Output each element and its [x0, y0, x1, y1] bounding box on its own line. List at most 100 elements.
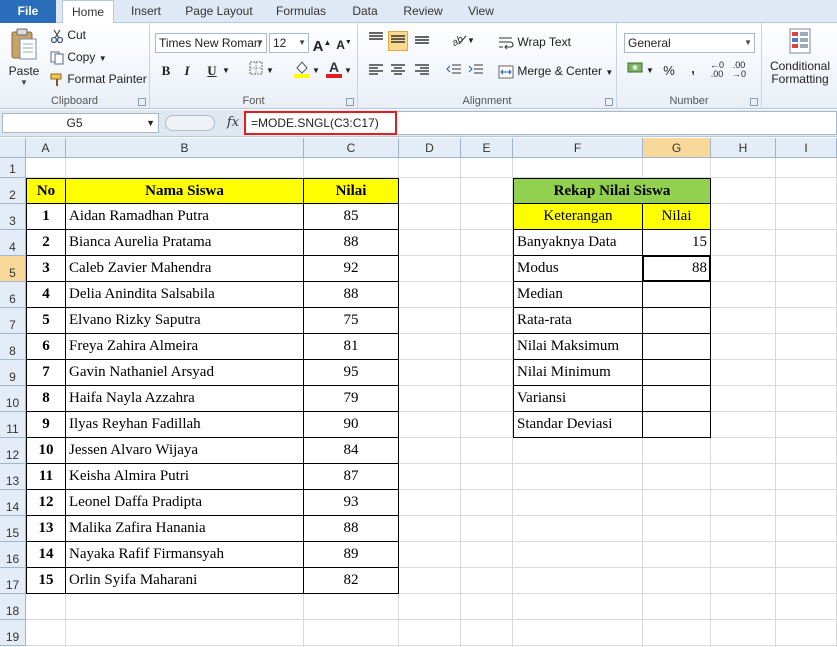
summary-value[interactable]	[643, 308, 711, 334]
copy-button[interactable]: Copy ▼	[50, 50, 107, 65]
student-no[interactable]: 10	[26, 438, 66, 464]
row-header-4[interactable]: 4	[0, 230, 26, 256]
row-header-19[interactable]: 19	[0, 620, 26, 646]
column-header-d[interactable]: D	[399, 138, 461, 158]
tab-review[interactable]: Review	[394, 0, 452, 23]
column-header-g[interactable]: G	[643, 138, 711, 158]
formula-bar-splitter[interactable]	[165, 115, 215, 131]
student-score[interactable]: 92	[304, 256, 399, 282]
student-no[interactable]: 7	[26, 360, 66, 386]
student-no[interactable]: 4	[26, 282, 66, 308]
student-score[interactable]: 88	[304, 282, 399, 308]
active-cell-g5[interactable]	[642, 255, 711, 282]
format-painter-button[interactable]: Format Painter	[50, 72, 147, 87]
row-header-18[interactable]: 18	[0, 594, 26, 620]
student-no[interactable]: 1	[26, 204, 66, 230]
header-no[interactable]: No	[26, 178, 66, 204]
header-nilai[interactable]: Nilai	[304, 178, 399, 204]
row-header-9[interactable]: 9	[0, 360, 26, 386]
clipboard-launcher-icon[interactable]	[138, 98, 146, 106]
row-header-1[interactable]: 1	[0, 158, 26, 178]
column-header-c[interactable]: C	[304, 138, 399, 158]
align-middle-button[interactable]	[388, 31, 408, 51]
summary-label[interactable]: Rata-rata	[513, 308, 643, 334]
decrease-indent-button[interactable]	[444, 63, 464, 83]
student-name[interactable]: Orlin Syifa Maharani	[66, 568, 304, 594]
paste-dropdown-icon[interactable]: ▼	[6, 78, 42, 87]
student-score[interactable]: 82	[304, 568, 399, 594]
paste-button[interactable]: Paste ▼	[6, 27, 42, 87]
conditional-formatting-button[interactable]: Conditional Formatting	[764, 27, 836, 86]
student-name[interactable]: Freya Zahira Almeira	[66, 334, 304, 360]
summary-value[interactable]	[643, 282, 711, 308]
summary-title[interactable]: Rekap Nilai Siswa	[513, 178, 711, 204]
summary-label[interactable]: Median	[513, 282, 643, 308]
increase-indent-button[interactable]	[466, 63, 486, 83]
student-no[interactable]: 2	[26, 230, 66, 256]
summary-label[interactable]: Nilai Minimum	[513, 360, 643, 386]
student-name[interactable]: Haifa Nayla Azzahra	[66, 386, 304, 412]
row-header-5[interactable]: 5	[0, 256, 26, 282]
student-name[interactable]: Malika Zafira Hanania	[66, 516, 304, 542]
tab-home[interactable]: Home	[62, 0, 114, 24]
borders-button[interactable]	[246, 61, 266, 81]
student-name[interactable]: Ilyas Reyhan Fadillah	[66, 412, 304, 438]
font-size-select[interactable]: 12 ▼	[269, 33, 309, 53]
fill-color-button[interactable]	[292, 59, 312, 79]
percent-button[interactable]: %	[659, 61, 679, 81]
font-launcher-icon[interactable]	[346, 98, 354, 106]
student-score[interactable]: 75	[304, 308, 399, 334]
student-score[interactable]: 85	[304, 204, 399, 230]
student-score[interactable]: 79	[304, 386, 399, 412]
wrap-text-button[interactable]: Wrap Text	[498, 35, 571, 50]
student-name[interactable]: Keisha Almira Putri	[66, 464, 304, 490]
row-header-16[interactable]: 16	[0, 542, 26, 568]
column-header-e[interactable]: E	[461, 138, 513, 158]
bold-button[interactable]: B	[156, 61, 176, 81]
name-box[interactable]: G5 ▼	[2, 113, 159, 133]
font-color-dropdown-icon[interactable]: ▼	[343, 61, 353, 81]
name-box-dropdown-icon[interactable]: ▼	[146, 114, 155, 132]
italic-button[interactable]: I	[177, 61, 197, 81]
student-score[interactable]: 88	[304, 516, 399, 542]
row-header-11[interactable]: 11	[0, 412, 26, 438]
student-no[interactable]: 8	[26, 386, 66, 412]
row-header-12[interactable]: 12	[0, 438, 26, 464]
row-header-13[interactable]: 13	[0, 464, 26, 490]
number-launcher-icon[interactable]	[750, 98, 758, 106]
student-no[interactable]: 5	[26, 308, 66, 334]
student-score[interactable]: 87	[304, 464, 399, 490]
student-no[interactable]: 13	[26, 516, 66, 542]
summary-label[interactable]: Banyaknya Data	[513, 230, 643, 256]
merge-center-button[interactable]: Merge & Center ▼	[498, 64, 613, 79]
copy-dropdown-icon[interactable]: ▼	[99, 54, 107, 63]
student-no[interactable]: 9	[26, 412, 66, 438]
student-name[interactable]: Nayaka Rafif Firmansyah	[66, 542, 304, 568]
comma-button[interactable]: ,	[683, 59, 703, 79]
align-bottom-button[interactable]	[412, 31, 432, 51]
student-no[interactable]: 14	[26, 542, 66, 568]
column-header-h[interactable]: H	[711, 138, 776, 158]
row-header-8[interactable]: 8	[0, 334, 26, 360]
row-header-2[interactable]: 2	[0, 178, 26, 204]
row-header-14[interactable]: 14	[0, 490, 26, 516]
row-header-17[interactable]: 17	[0, 568, 26, 594]
summary-value[interactable]	[643, 360, 711, 386]
column-header-b[interactable]: B	[66, 138, 304, 158]
decrease-decimal-button[interactable]: .00 →0	[729, 61, 749, 81]
student-no[interactable]: 6	[26, 334, 66, 360]
orientation-dropdown-icon[interactable]: ▼	[466, 31, 476, 51]
currency-dropdown-icon[interactable]: ▼	[645, 61, 655, 81]
summary-value[interactable]	[643, 334, 711, 360]
student-no[interactable]: 3	[26, 256, 66, 282]
tab-insert[interactable]: Insert	[120, 0, 172, 23]
orientation-button[interactable]: ab	[448, 31, 468, 51]
align-center-button[interactable]	[388, 63, 408, 83]
row-header-7[interactable]: 7	[0, 308, 26, 334]
align-top-button[interactable]	[366, 31, 386, 51]
summary-header-keterangan[interactable]: Keterangan	[513, 204, 643, 230]
font-name-select[interactable]: Times New Roman ▼	[155, 33, 267, 53]
student-name[interactable]: Caleb Zavier Mahendra	[66, 256, 304, 282]
row-header-6[interactable]: 6	[0, 282, 26, 308]
align-right-button[interactable]	[412, 63, 432, 83]
